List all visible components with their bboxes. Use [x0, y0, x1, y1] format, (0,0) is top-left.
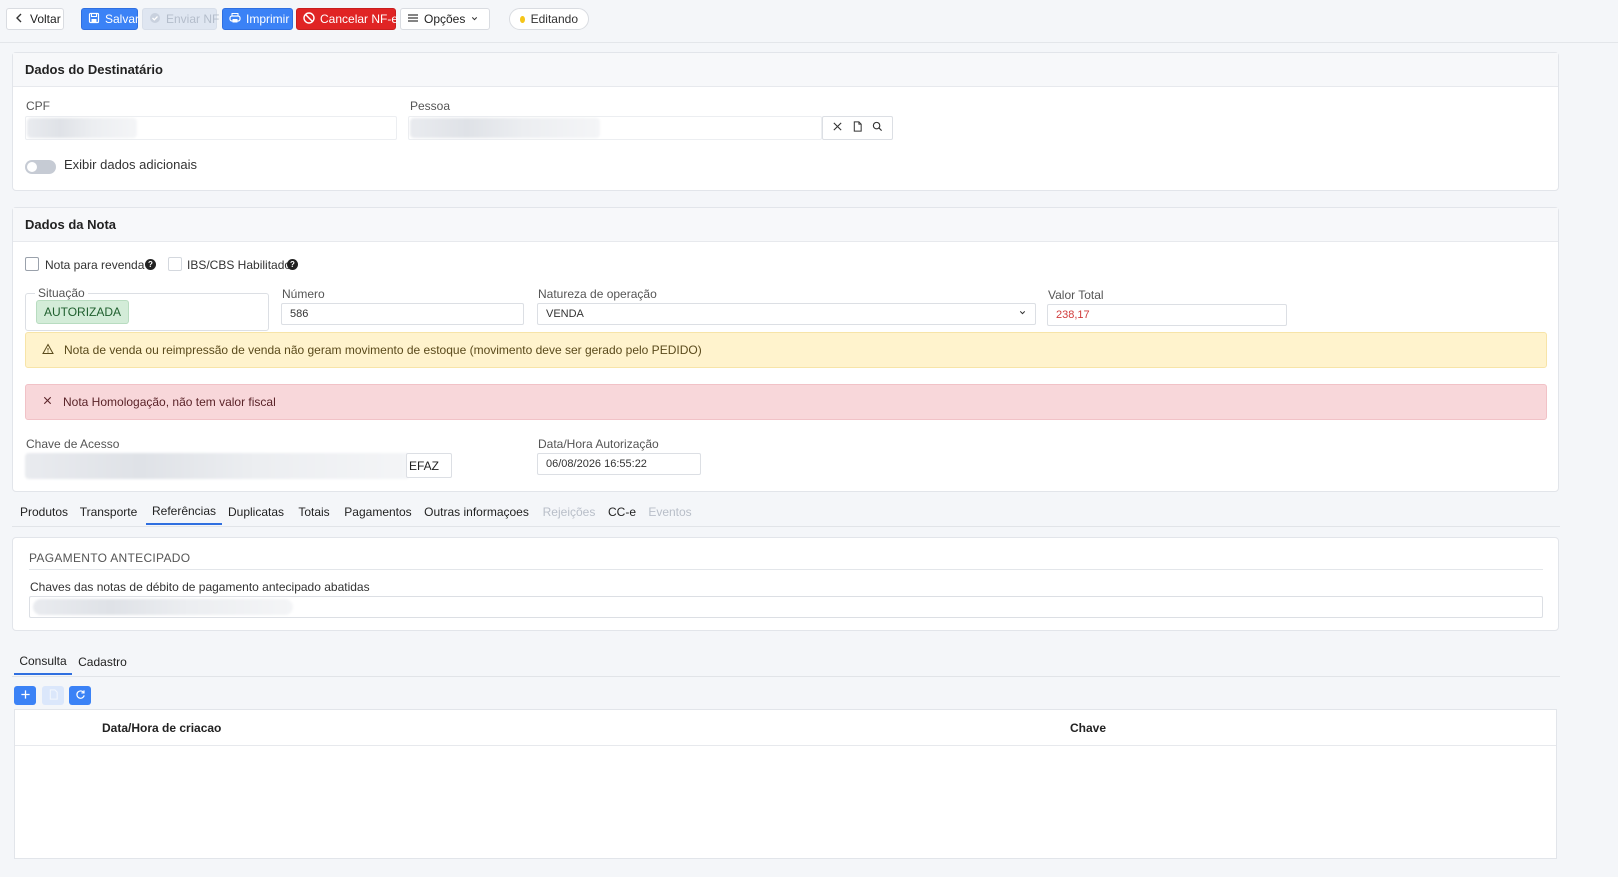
toggle-knob	[27, 162, 37, 172]
sefaz-button[interactable]: EFAZ	[406, 453, 452, 478]
save-button[interactable]: Salvar	[81, 8, 140, 30]
natureza-label: Natureza de operação	[538, 287, 657, 301]
homologacao-error-alert: Nota Homologação, não tem valor fiscal	[25, 384, 1547, 420]
tab-duplicatas[interactable]: Duplicatas	[227, 499, 285, 525]
table-header: Data/Hora de criacao Chave	[15, 710, 1556, 746]
cpf-redacted	[27, 118, 137, 138]
print-label: Imprimir	[246, 12, 290, 26]
natureza-select[interactable]: VENDA	[537, 303, 1036, 325]
col-chave-header[interactable]: Chave	[1070, 721, 1106, 735]
send-label: Enviar NF	[166, 12, 220, 26]
tab-transporte[interactable]: Transporte	[78, 499, 139, 525]
ban-icon	[303, 11, 315, 27]
autorizacao-label: Data/Hora Autorização	[538, 437, 659, 451]
revenda-label: Nota para revenda	[45, 258, 145, 272]
ibs-label: IBS/CBS Habilitado	[187, 258, 292, 272]
print-button[interactable]: Imprimir	[222, 8, 293, 30]
chave-redacted	[25, 453, 410, 479]
pessoa-label: Pessoa	[410, 99, 451, 113]
situacao-label: Situação	[35, 286, 88, 300]
cpf-label: CPF	[26, 99, 50, 113]
back-button[interactable]: Voltar	[6, 8, 64, 30]
autorizacao-field[interactable]: 06/08/2026 16:55:22	[537, 453, 701, 475]
options-label: Opções	[424, 12, 466, 26]
chevron-left-icon	[13, 12, 25, 27]
refresh-button[interactable]	[69, 686, 91, 705]
chave-label: Chave de Acesso	[26, 437, 120, 451]
edit-button[interactable]	[42, 686, 64, 705]
nota-title: Dados da Nota	[13, 208, 1558, 242]
tab-cce[interactable]: CC-e	[606, 499, 638, 525]
close-icon	[42, 395, 53, 409]
tab-outras-informacoes[interactable]: Outras informaçoes	[423, 499, 530, 525]
plus-icon	[20, 689, 31, 703]
status-label: Editando	[530, 12, 578, 26]
tab-eventos[interactable]: Eventos	[647, 499, 693, 525]
cancel-nfe-button[interactable]: Cancelar NF-e	[296, 8, 399, 30]
numero-field[interactable]: 586	[281, 303, 524, 325]
floppy-disk-icon	[88, 12, 100, 27]
stock-warning-alert: Nota de venda ou reimpressão de venda nã…	[25, 332, 1547, 368]
send-nf-button[interactable]: Enviar NF	[142, 8, 220, 30]
search-icon[interactable]	[872, 121, 883, 135]
results-table: Data/Hora de criacao Chave	[14, 709, 1557, 859]
natureza-value: VENDA	[546, 308, 584, 320]
check-circle-icon	[149, 12, 161, 27]
add-button[interactable]	[14, 686, 36, 705]
divider	[29, 569, 1543, 570]
valor-field[interactable]: 238,17	[1047, 304, 1287, 326]
numero-label: Número	[282, 287, 325, 301]
pessoa-redacted	[410, 118, 600, 138]
situacao-badge: AUTORIZADA	[36, 300, 129, 324]
chaves-redacted	[33, 599, 293, 615]
ibs-checkbox[interactable]	[168, 257, 182, 271]
tab-totais[interactable]: Totais	[295, 499, 333, 525]
sub-tabs: Consulta Cadastro	[12, 649, 1560, 677]
tab-pagamentos[interactable]: Pagamentos	[343, 499, 413, 525]
additional-data-toggle[interactable]	[25, 160, 56, 174]
chevron-down-icon	[470, 12, 479, 26]
valor-label: Valor Total	[1048, 288, 1104, 302]
error-text: Nota Homologação, não tem valor fiscal	[63, 395, 276, 409]
options-dropdown[interactable]: Opções	[400, 8, 490, 30]
tab-cadastro[interactable]: Cadastro	[76, 649, 129, 675]
destinatario-title: Dados do Destinatário	[13, 53, 1558, 87]
chevron-down-icon	[1018, 308, 1027, 320]
cancel-label: Cancelar NF-e	[320, 12, 399, 26]
refresh-icon	[75, 689, 86, 703]
main-tabs: Produtos Transporte Referências Duplicat…	[12, 499, 1560, 527]
status-badge: Editando	[509, 8, 589, 30]
tab-consulta[interactable]: Consulta	[14, 649, 72, 675]
close-icon[interactable]	[832, 121, 843, 135]
menu-icon	[407, 12, 419, 27]
help-icon[interactable]: ?	[145, 259, 156, 270]
pagamento-section-title: PAGAMENTO ANTECIPADO	[29, 551, 191, 565]
help-icon[interactable]: ?	[287, 259, 298, 270]
printer-icon	[229, 12, 241, 27]
chaves-label: Chaves das notas de débito de pagamento …	[30, 580, 370, 594]
revenda-checkbox[interactable]	[25, 257, 39, 271]
col-date-header[interactable]: Data/Hora de criacao	[102, 721, 221, 735]
warning-icon	[42, 342, 54, 358]
toggle-label: Exibir dados adicionais	[64, 157, 197, 172]
tab-rejeicoes[interactable]: Rejeições	[542, 499, 596, 525]
document-icon[interactable]	[852, 121, 863, 135]
pessoa-actions	[822, 116, 893, 140]
document-icon	[48, 688, 59, 703]
status-dot-icon	[520, 15, 525, 23]
save-label: Salvar	[105, 12, 140, 26]
back-label: Voltar	[30, 12, 61, 26]
toolbar: Voltar Salvar Enviar NF Imprimir Cancela…	[0, 0, 1618, 43]
tab-produtos[interactable]: Produtos	[16, 499, 72, 525]
tab-referencias[interactable]: Referências	[146, 499, 222, 525]
warning-text: Nota de venda ou reimpressão de venda nã…	[64, 343, 702, 357]
